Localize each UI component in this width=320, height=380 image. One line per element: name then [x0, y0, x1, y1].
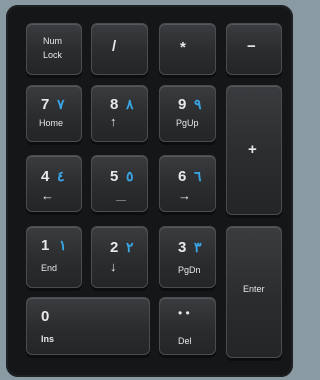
key-7-label: 7 [41, 96, 50, 113]
arrow-right-icon: → [178, 188, 191, 203]
numpad-7-key[interactable]: 7 ٧ Home [26, 85, 82, 142]
numpad-9-key[interactable]: 9 ٩ PgUp [159, 85, 216, 142]
enter-label: Enter [243, 284, 265, 294]
home-label: Home [39, 118, 64, 128]
key-4-arabic-label: ٤ [57, 168, 65, 184]
numpad-4-key[interactable]: 4 ٤ ← [26, 155, 82, 212]
decimal-key[interactable]: • • Del [159, 297, 216, 355]
key-2-arabic-label: ٢ [126, 239, 134, 255]
minus-key[interactable]: − [226, 23, 282, 75]
key-9-arabic-label: ٩ [194, 96, 202, 112]
key-7-arabic-label: ٧ [57, 96, 65, 112]
numpad-8-key[interactable]: 8 ٨ ↑ [91, 85, 148, 142]
key-1-label: 1 [41, 237, 50, 254]
arrow-up-icon: ↑ [110, 114, 117, 129]
multiply-key[interactable]: * [159, 23, 216, 75]
ins-label: Ins [41, 334, 55, 344]
key-6-label: 6 [178, 168, 187, 185]
numlock-label-line1: Num [43, 36, 63, 46]
arrow-down-icon: ↓ [110, 259, 117, 274]
del-label: Del [178, 336, 192, 346]
key-4-label: 4 [41, 168, 50, 185]
key-1-arabic-label: ١ [59, 237, 67, 253]
enter-key[interactable]: Enter [226, 226, 282, 358]
multiply-label: * [180, 39, 186, 56]
decimal-dots: • • [178, 306, 190, 320]
arrow-left-icon: ← [41, 188, 54, 203]
numpad-6-key[interactable]: 6 ٦ → [159, 155, 216, 212]
key-6-arabic-label: ٦ [194, 168, 202, 184]
key-0-label: 0 [41, 308, 50, 325]
key-8-label: 8 [110, 96, 119, 113]
key-5-label: 5 [110, 168, 119, 185]
end-label: End [41, 263, 58, 273]
key-8-arabic-label: ٨ [126, 96, 134, 112]
plus-key[interactable]: + [226, 85, 282, 215]
numpad-3-key[interactable]: 3 ٣ PgDn [159, 226, 216, 288]
pgdn-label: PgDn [178, 265, 201, 275]
numpad-5-key[interactable]: 5 ٥ [91, 155, 148, 212]
key-2-label: 2 [110, 239, 119, 256]
key-5-home-bump [116, 200, 126, 201]
minus-label: − [247, 38, 256, 55]
key-3-label: 3 [178, 239, 187, 256]
numpad-1-key[interactable]: 1 ١ End [26, 226, 82, 288]
slash-key[interactable]: / [91, 23, 148, 75]
plus-label: + [248, 141, 257, 158]
key-9-label: 9 [178, 96, 187, 113]
key-5-arabic-label: ٥ [126, 168, 134, 184]
pgup-label: PgUp [176, 118, 199, 128]
numlock-label-line2: Lock [43, 50, 63, 60]
numpad-0-key[interactable]: 0 Ins [26, 297, 150, 355]
numpad-2-key[interactable]: 2 ٢ ↓ [91, 226, 148, 288]
key-3-arabic-label: ٣ [194, 239, 202, 255]
slash-label: / [112, 38, 117, 55]
numlock-key[interactable]: Num Lock [26, 23, 82, 75]
